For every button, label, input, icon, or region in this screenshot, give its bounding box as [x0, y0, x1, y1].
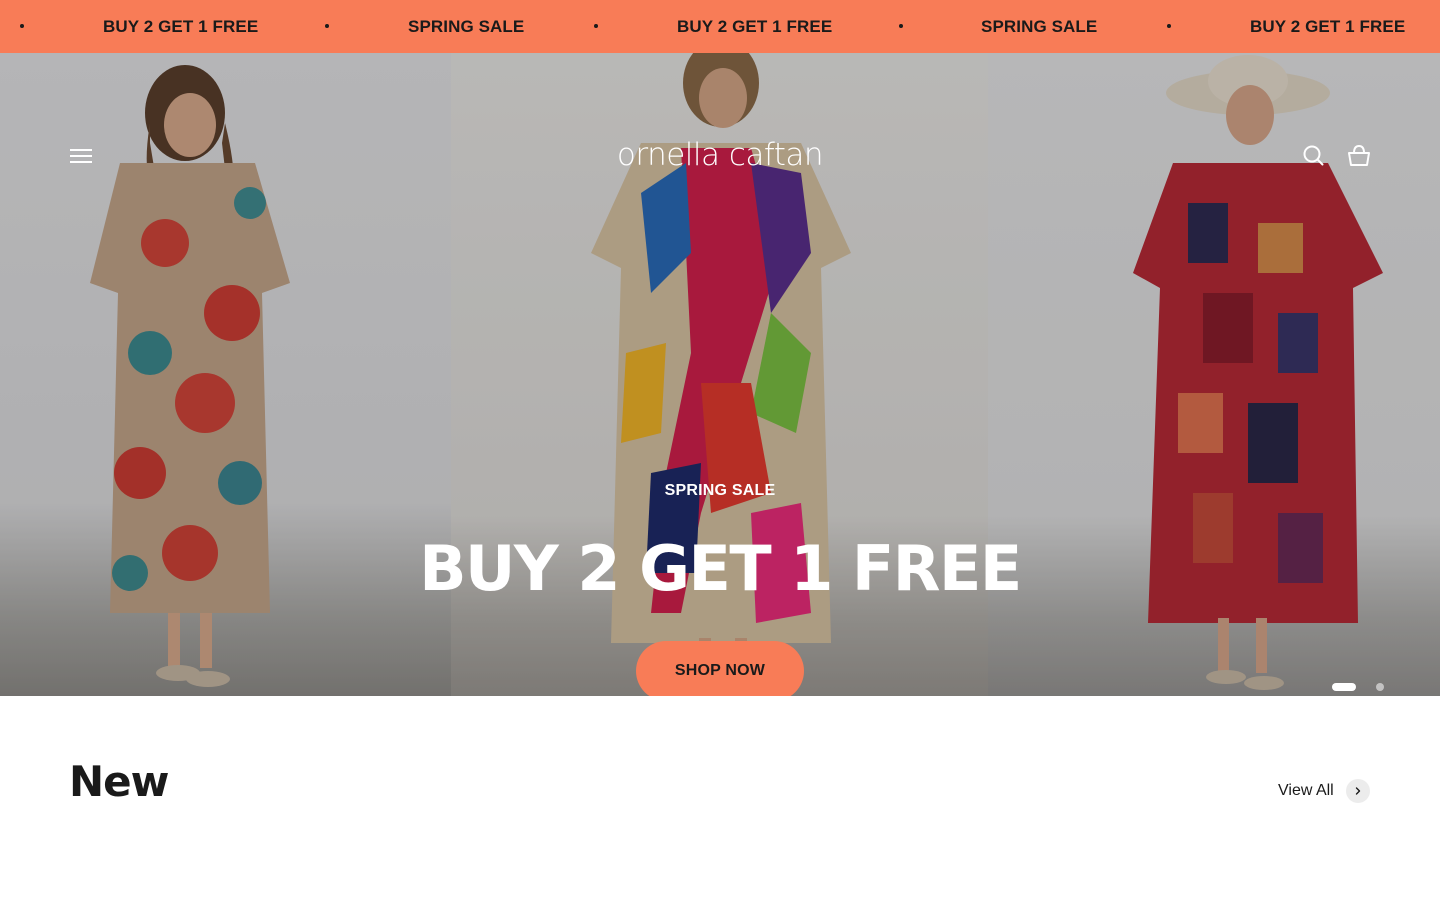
announcement-message: BUY 2 GET 1 FREE [1250, 17, 1406, 36]
announcement-message: BUY 2 GET 1 FREE [103, 17, 259, 36]
shopping-basket-icon[interactable] [1344, 141, 1374, 171]
announcement-marquee: BUY 2 GET 1 FREE SPRING SALE BUY 2 GET 1… [0, 0, 1440, 53]
slide-dot-2[interactable] [1376, 683, 1384, 691]
announcement-bar: BUY 2 GET 1 FREE SPRING SALE BUY 2 GET 1… [0, 0, 1440, 53]
search-icon[interactable] [1299, 141, 1329, 171]
chevron-right-icon [1345, 779, 1370, 803]
slide-dot-1[interactable] [1332, 683, 1356, 691]
separator-dot [1167, 24, 1171, 28]
view-all-label: View All [1278, 782, 1334, 799]
shop-now-button[interactable]: SHOP NOW [636, 641, 804, 696]
hero-heading: BUY 2 GET 1 FREE [419, 532, 1022, 605]
brand-logo[interactable]: ornella caftan [600, 133, 840, 177]
separator-dot [899, 24, 903, 28]
separator-dot [325, 24, 329, 28]
announcement-message: BUY 2 GET 1 FREE [677, 17, 833, 36]
view-all-link[interactable]: View All [1270, 776, 1370, 806]
announcement-message: SPRING SALE [408, 17, 525, 36]
separator-dot [594, 24, 598, 28]
hero-subheading: SPRING SALE [664, 482, 776, 499]
hero-slideshow: ornella caftan SPRING SALE BUY 2 GET 1 F… [0, 53, 1440, 696]
separator-dot [20, 24, 24, 28]
hamburger-menu-icon[interactable] [66, 142, 96, 170]
announcement-message: SPRING SALE [981, 17, 1098, 36]
section-title: New [69, 757, 169, 806]
